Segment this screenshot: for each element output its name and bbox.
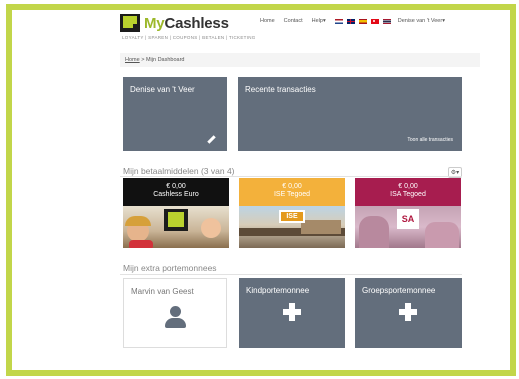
card-amount: € 0,00	[166, 183, 186, 190]
extra-wallets-title: Mijn extra portemonnees	[123, 263, 217, 273]
card-cashless-euro[interactable]: € 0,00 Cashless Euro	[123, 178, 229, 248]
ise-logo-icon: ISE	[279, 210, 305, 223]
transactions-tile[interactable]: Recente transacties Toon alle transactie…	[238, 77, 462, 151]
building-shape	[301, 220, 341, 234]
breadcrumb: Home > Mijn Dashboard	[120, 53, 480, 67]
blossom-tree-shape	[359, 216, 389, 248]
flag-tr-icon[interactable]	[370, 18, 379, 24]
card-name: ISE Tegoed	[273, 191, 311, 198]
blossom-tree-shape	[425, 222, 459, 248]
card-header: € 0,00 Cashless Euro	[123, 178, 229, 206]
payment-methods-title: Mijn betaalmiddelen (3 van 4)	[123, 166, 235, 176]
card-image: SA	[355, 206, 461, 248]
show-all-transactions-link[interactable]: Toon alle transacties	[407, 137, 453, 143]
section-divider	[120, 176, 462, 177]
plus-icon	[283, 303, 301, 321]
profile-tile-title: Denise van 't Veer	[130, 85, 195, 94]
logo-icon[interactable]	[120, 14, 140, 32]
isa-logo-icon: SA	[397, 209, 419, 229]
card-name: ISA Tegoed	[390, 191, 426, 198]
child-shirt-shape	[129, 240, 153, 248]
card-amount: € 0,00	[282, 183, 302, 190]
card-amount: € 0,00	[398, 183, 418, 190]
flag-th-icon[interactable]	[382, 18, 391, 24]
breadcrumb-separator: >	[141, 57, 145, 63]
card-isa-tegoed[interactable]: € 0,00 ISA Tegoed SA	[355, 178, 461, 248]
card-ise-tegoed[interactable]: € 0,00 ISE Tegoed ISE	[239, 178, 345, 248]
transactions-tile-title: Recente transacties	[245, 85, 316, 94]
section-divider	[120, 274, 462, 275]
add-groepsportemonnee-tile[interactable]: Groepsportemonnee	[355, 278, 462, 348]
breadcrumb-home[interactable]: Home	[125, 57, 140, 63]
profile-tile[interactable]: Denise van 't Veer	[123, 77, 227, 151]
plus-icon	[399, 303, 417, 321]
card-header: € 0,00 ISE Tegoed	[239, 178, 345, 206]
cashless-logo-icon	[164, 209, 188, 231]
card-name: Cashless Euro	[153, 191, 199, 198]
nav-help[interactable]: Help▾	[312, 18, 326, 24]
top-nav: Home Contact Help▾ Denise van 't Veer▾	[260, 16, 445, 26]
card-header: € 0,00 ISA Tegoed	[355, 178, 461, 206]
logo-wordmark[interactable]: MyCashless	[144, 15, 229, 32]
site-header: MyCashless LOYALTY | SPAREN | COUPONS | …	[120, 14, 480, 44]
wallet-marvin-tile[interactable]: Marvin van Geest	[123, 278, 227, 348]
person-icon	[165, 318, 186, 328]
wallet-title: Groepsportemonnee	[362, 286, 436, 295]
user-menu[interactable]: Denise van 't Veer▾	[398, 18, 445, 24]
nav-contact[interactable]: Contact	[284, 18, 303, 24]
child-photo-shape	[201, 218, 221, 238]
pencil-icon[interactable]	[207, 135, 216, 144]
wallet-title: Kindportemonnee	[246, 286, 310, 295]
flag-nl-icon[interactable]	[334, 18, 343, 24]
logo-tagline: LOYALTY | SPAREN | COUPONS | BETALEN | T…	[122, 35, 256, 40]
flag-es-icon[interactable]	[358, 18, 367, 24]
breadcrumb-current: Mijn Dashboard	[145, 57, 185, 63]
wallet-title: Marvin van Geest	[131, 287, 194, 296]
nav-home[interactable]: Home	[260, 18, 275, 24]
card-image	[123, 206, 229, 248]
person-icon	[170, 306, 181, 317]
chevron-down-icon: ▾	[442, 18, 445, 24]
add-kindportemonnee-tile[interactable]: Kindportemonnee	[239, 278, 345, 348]
card-image: ISE	[239, 206, 345, 248]
chevron-down-icon: ▾	[322, 18, 326, 24]
flag-uk-icon[interactable]	[346, 18, 355, 24]
child-hair-shape	[125, 216, 151, 226]
